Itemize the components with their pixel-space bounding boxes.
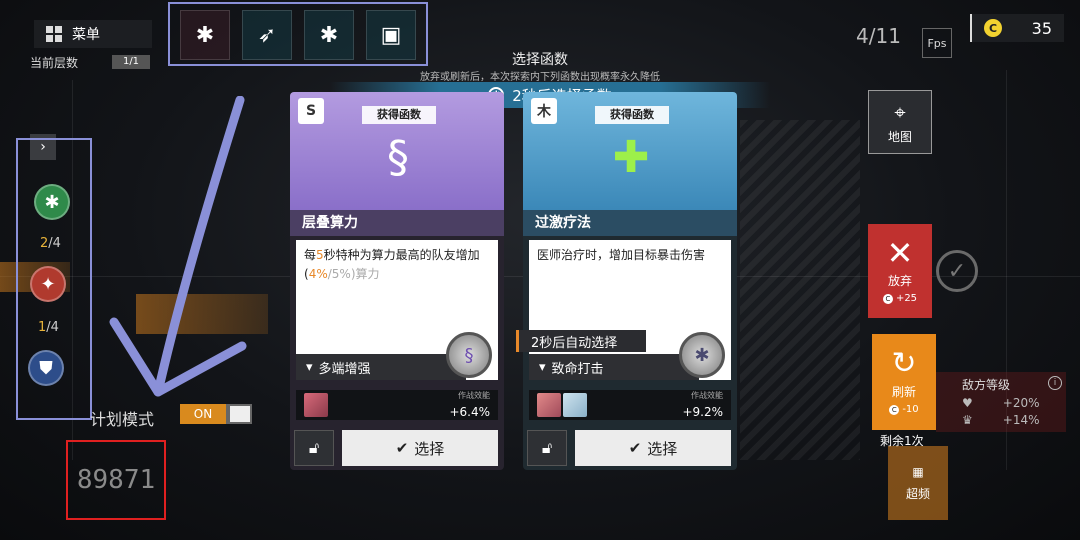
enemy-level-title: 敌方等级 (962, 378, 1011, 392)
map-button[interactable]: ⌖ 地图 (868, 90, 932, 154)
card-badge: S (298, 98, 324, 124)
coin-icon: C (882, 293, 893, 304)
fps-button[interactable]: Fps (922, 28, 952, 58)
lock-button[interactable]: 🔓︎ (527, 430, 567, 466)
efficiency-value: +9.2% (682, 405, 723, 419)
coin-counter: C 35 (970, 14, 1064, 42)
floor-label: 当前层数 (30, 56, 79, 70)
plan-mode-toggle[interactable]: ON (180, 404, 252, 424)
select-button[interactable]: ✔ 选择 (342, 430, 498, 466)
floor-value: 1/1 (112, 55, 150, 69)
overclock-button[interactable]: ▦ 超频 (888, 446, 948, 520)
shield-card-icon[interactable]: ▣ (366, 10, 416, 60)
card-title: 层叠算力 (290, 210, 504, 236)
triangle-down-icon: ▾ (306, 359, 313, 375)
crown-icon: ♛ (962, 413, 973, 427)
card-badge: 木 (531, 98, 557, 124)
page-count: 4/11 (856, 24, 901, 48)
lock-button[interactable]: 🔓︎ (294, 430, 334, 466)
refresh-button[interactable]: ↻ 刷新 C -10 (872, 334, 936, 430)
score-display: 89871 (66, 440, 166, 520)
checkmark-icon: ✔ (395, 439, 409, 457)
node-count: 1/4 (38, 320, 59, 335)
card-subtag[interactable]: ▾ 多端增强 (296, 354, 466, 380)
menu-label: 菜单 (72, 27, 100, 43)
function-card-1[interactable]: S 获得函数 § 层叠算力 每5秒特种为算力最高的队友增加(4%/5%)算力 ▾… (290, 92, 504, 470)
drawn-arrow (109, 96, 247, 397)
auto-select-tag: 2秒后自动选择 (516, 330, 646, 352)
top-icon-bar: ✱ ➶ ✱ ▣ (168, 2, 428, 66)
checkmark-icon: ✔ (628, 439, 642, 457)
refresh-cost: C -10 (889, 404, 919, 415)
map-hazard-stripes (740, 120, 860, 460)
node-count: 2/4 (40, 236, 61, 251)
team-efficiency-row: 作战效能 +9.2% (529, 390, 731, 420)
page-subtitle: 放弃或刷新后，本次探索内下列函数出现概率永久降低 (420, 72, 660, 83)
efficiency-label: 作战效能 (458, 391, 490, 400)
red-satellite-icon[interactable]: ✦ (30, 266, 66, 302)
select-button[interactable]: ✔ 选择 (575, 430, 731, 466)
function-card-2[interactable]: 木 获得函数 ✚ 过激疗法 医师治疗时，增加目标暴击伤害 ▾ 致命打击 ✱ 作战… (523, 92, 737, 470)
plan-mode-label: 计划模式 (90, 410, 155, 429)
info-icon[interactable]: i (1048, 376, 1062, 390)
efficiency-label: 作战效能 (691, 391, 723, 400)
abandon-cost: C +25 (882, 293, 917, 304)
card-header: 木 获得函数 ✚ (523, 92, 737, 210)
map-pin-icon: ⌖ (894, 99, 906, 124)
toggle-knob (230, 406, 250, 422)
avatar (563, 393, 587, 417)
green-gear-icon[interactable]: ✱ (34, 184, 70, 220)
chip-icon: ▦ (912, 464, 924, 479)
coin-icon: C (984, 19, 1002, 37)
abandon-button[interactable]: ✕ 放弃 C +25 (868, 224, 932, 318)
heart-gear-icon[interactable]: ✱ (180, 10, 230, 60)
coin-amount: 35 (1031, 18, 1052, 38)
enemy-stat-row: ♛ +14% (962, 413, 1040, 427)
coin-icon: C (889, 404, 900, 415)
card-subtag[interactable]: ▾ 致命打击 (529, 354, 699, 380)
stack-power-icon: § (387, 131, 409, 183)
blue-shield-icon[interactable]: ⛊ (28, 350, 64, 386)
avatar (304, 393, 328, 417)
efficiency-value: +6.4% (449, 405, 490, 419)
triangle-down-icon: ▾ (539, 359, 546, 375)
toggle-on-label: ON (180, 404, 226, 424)
team-efficiency-row: 作战效能 +6.4% (296, 390, 498, 420)
heal-cross-icon: ✚ (612, 131, 650, 183)
get-function-label: 获得函数 (595, 106, 669, 124)
gear-icon[interactable]: ✱ (304, 10, 354, 60)
check-circle-icon: ✓ (936, 250, 978, 292)
grid-icon (46, 26, 62, 42)
avatar (537, 393, 561, 417)
card-seal-icon: ✱ (679, 332, 725, 378)
enemy-stat-row: ♥ +20% (962, 396, 1040, 410)
close-icon: ✕ (886, 234, 914, 272)
bow-icon[interactable]: ➶ (242, 10, 292, 60)
get-function-label: 获得函数 (362, 106, 436, 124)
unlock-icon: 🔓︎ (308, 438, 320, 457)
card-header: S 获得函数 § (290, 92, 504, 210)
heart-icon: ♥ (962, 396, 973, 410)
card-title: 过激疗法 (523, 210, 737, 236)
page-title: 选择函数 (512, 52, 568, 68)
menu-button[interactable]: 菜单 (34, 20, 152, 48)
refresh-icon: ↻ (891, 346, 917, 381)
card-seal-icon: § (446, 332, 492, 378)
unlock-icon: 🔓︎ (541, 438, 553, 457)
